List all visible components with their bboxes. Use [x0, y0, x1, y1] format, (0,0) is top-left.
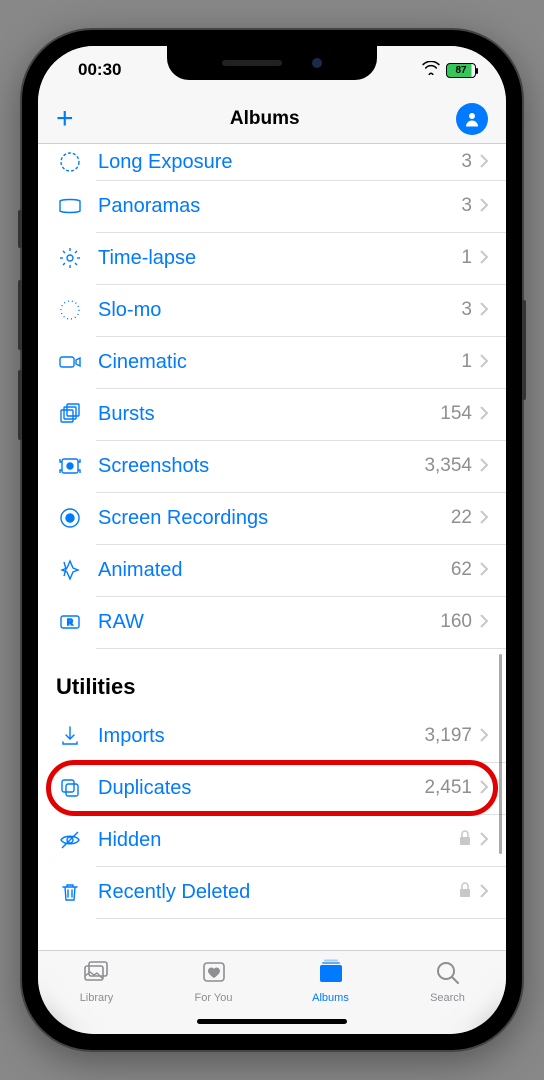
- album-count: 3: [461, 195, 472, 217]
- album-label: Screenshots: [98, 455, 424, 478]
- album-count: 1: [461, 247, 472, 269]
- screenshots-icon: [56, 452, 84, 480]
- utility-label: Recently Deleted: [98, 881, 458, 904]
- screenrec-icon: [56, 504, 84, 532]
- screen: 00:30 87 + Albums Long Exposure 3 P: [38, 46, 506, 1034]
- album-count: 3: [461, 151, 472, 173]
- chevron-right-icon: [480, 351, 488, 374]
- album-label: Bursts: [98, 403, 440, 426]
- slomo-icon: [56, 296, 84, 324]
- chevron-right-icon: [480, 247, 488, 270]
- utility-label: Imports: [98, 725, 424, 748]
- utility-count: 3,197: [424, 725, 472, 747]
- chevron-right-icon: [480, 881, 488, 904]
- utility-row-deleted[interactable]: Recently Deleted: [38, 866, 506, 918]
- album-label: Long Exposure: [98, 151, 461, 174]
- tab-library[interactable]: Library: [38, 959, 155, 1004]
- utility-label: Hidden: [98, 829, 458, 852]
- album-row-bursts[interactable]: Bursts 154: [38, 388, 506, 440]
- svg-text:R: R: [67, 618, 73, 627]
- album-label: Panoramas: [98, 195, 461, 218]
- status-time: 00:30: [78, 60, 121, 80]
- album-count: 22: [451, 507, 472, 529]
- chevron-right-icon: [480, 559, 488, 582]
- battery-icon: 87: [446, 63, 476, 78]
- album-row-raw[interactable]: R RAW 160: [38, 596, 506, 648]
- album-label: Time-lapse: [98, 247, 461, 270]
- album-label: RAW: [98, 611, 440, 634]
- album-count: 3: [461, 299, 472, 321]
- chevron-right-icon: [480, 725, 488, 748]
- tab-label: For You: [195, 992, 233, 1004]
- scroll-indicator[interactable]: [499, 654, 502, 854]
- album-row-screenrec[interactable]: Screen Recordings 22: [38, 492, 506, 544]
- foryou-icon: [199, 959, 229, 990]
- chevron-right-icon: [480, 829, 488, 852]
- long-exposure-icon: [56, 148, 84, 176]
- album-row-animated[interactable]: Animated 62: [38, 544, 506, 596]
- album-count: 160: [440, 611, 472, 633]
- albums-icon: [316, 959, 346, 990]
- deleted-icon: [56, 878, 84, 906]
- chevron-right-icon: [480, 777, 488, 800]
- utility-row-hidden[interactable]: Hidden: [38, 814, 506, 866]
- bursts-icon: [56, 400, 84, 428]
- chevron-right-icon: [480, 455, 488, 478]
- tab-search[interactable]: Search: [389, 959, 506, 1004]
- chevron-right-icon: [480, 507, 488, 530]
- phone-frame: 00:30 87 + Albums Long Exposure 3 P: [22, 30, 522, 1050]
- lock-icon: [458, 882, 472, 903]
- album-row-cinematic[interactable]: Cinematic 1: [38, 336, 506, 388]
- utility-count: 2,451: [424, 777, 472, 799]
- tab-albums[interactable]: Albums: [272, 959, 389, 1004]
- lock-icon: [458, 830, 472, 851]
- animated-icon: [56, 556, 84, 584]
- utilities-header: Utilities: [38, 648, 506, 710]
- tab-label: Library: [80, 992, 114, 1004]
- chevron-right-icon: [480, 299, 488, 322]
- album-label: Cinematic: [98, 351, 461, 374]
- chevron-right-icon: [480, 611, 488, 634]
- album-count: 3,354: [424, 455, 472, 477]
- hidden-icon: [56, 826, 84, 854]
- utility-row-imports[interactable]: Imports 3,197: [38, 710, 506, 762]
- album-label: Slo-mo: [98, 299, 461, 322]
- album-row-panorama[interactable]: Panoramas 3: [38, 180, 506, 232]
- album-row-timelapse[interactable]: Time-lapse 1: [38, 232, 506, 284]
- utility-row-duplicates[interactable]: Duplicates 2,451: [38, 762, 506, 814]
- utility-label: Duplicates: [98, 777, 424, 800]
- timelapse-icon: [56, 244, 84, 272]
- album-count: 1: [461, 351, 472, 373]
- notch: [167, 46, 377, 80]
- chevron-right-icon: [480, 195, 488, 218]
- battery-level: 87: [455, 65, 466, 76]
- tab-label: Albums: [312, 992, 349, 1004]
- panorama-icon: [56, 192, 84, 220]
- chevron-right-icon: [480, 403, 488, 426]
- album-label: Animated: [98, 559, 451, 582]
- wifi-icon: [422, 60, 440, 80]
- tab-foryou[interactable]: For You: [155, 959, 272, 1004]
- raw-icon: R: [56, 608, 84, 636]
- library-icon: [82, 959, 112, 990]
- duplicates-icon: [56, 774, 84, 802]
- home-indicator[interactable]: [197, 1019, 347, 1024]
- add-album-button[interactable]: +: [56, 104, 74, 134]
- page-title: Albums: [230, 108, 300, 130]
- album-row-slomo[interactable]: Slo-mo 3: [38, 284, 506, 336]
- cinematic-icon: [56, 348, 84, 376]
- search-icon: [433, 959, 463, 990]
- album-count: 62: [451, 559, 472, 581]
- albums-list[interactable]: Long Exposure 3 Panoramas 3 Time-lapse 1…: [38, 144, 506, 950]
- imports-icon: [56, 722, 84, 750]
- album-row-long-exposure[interactable]: Long Exposure 3: [38, 144, 506, 180]
- navigation-bar: + Albums: [38, 94, 506, 144]
- album-label: Screen Recordings: [98, 507, 451, 530]
- album-count: 154: [440, 403, 472, 425]
- tab-label: Search: [430, 992, 465, 1004]
- chevron-right-icon: [480, 151, 488, 174]
- album-row-screenshots[interactable]: Screenshots 3,354: [38, 440, 506, 492]
- profile-button[interactable]: [456, 103, 488, 135]
